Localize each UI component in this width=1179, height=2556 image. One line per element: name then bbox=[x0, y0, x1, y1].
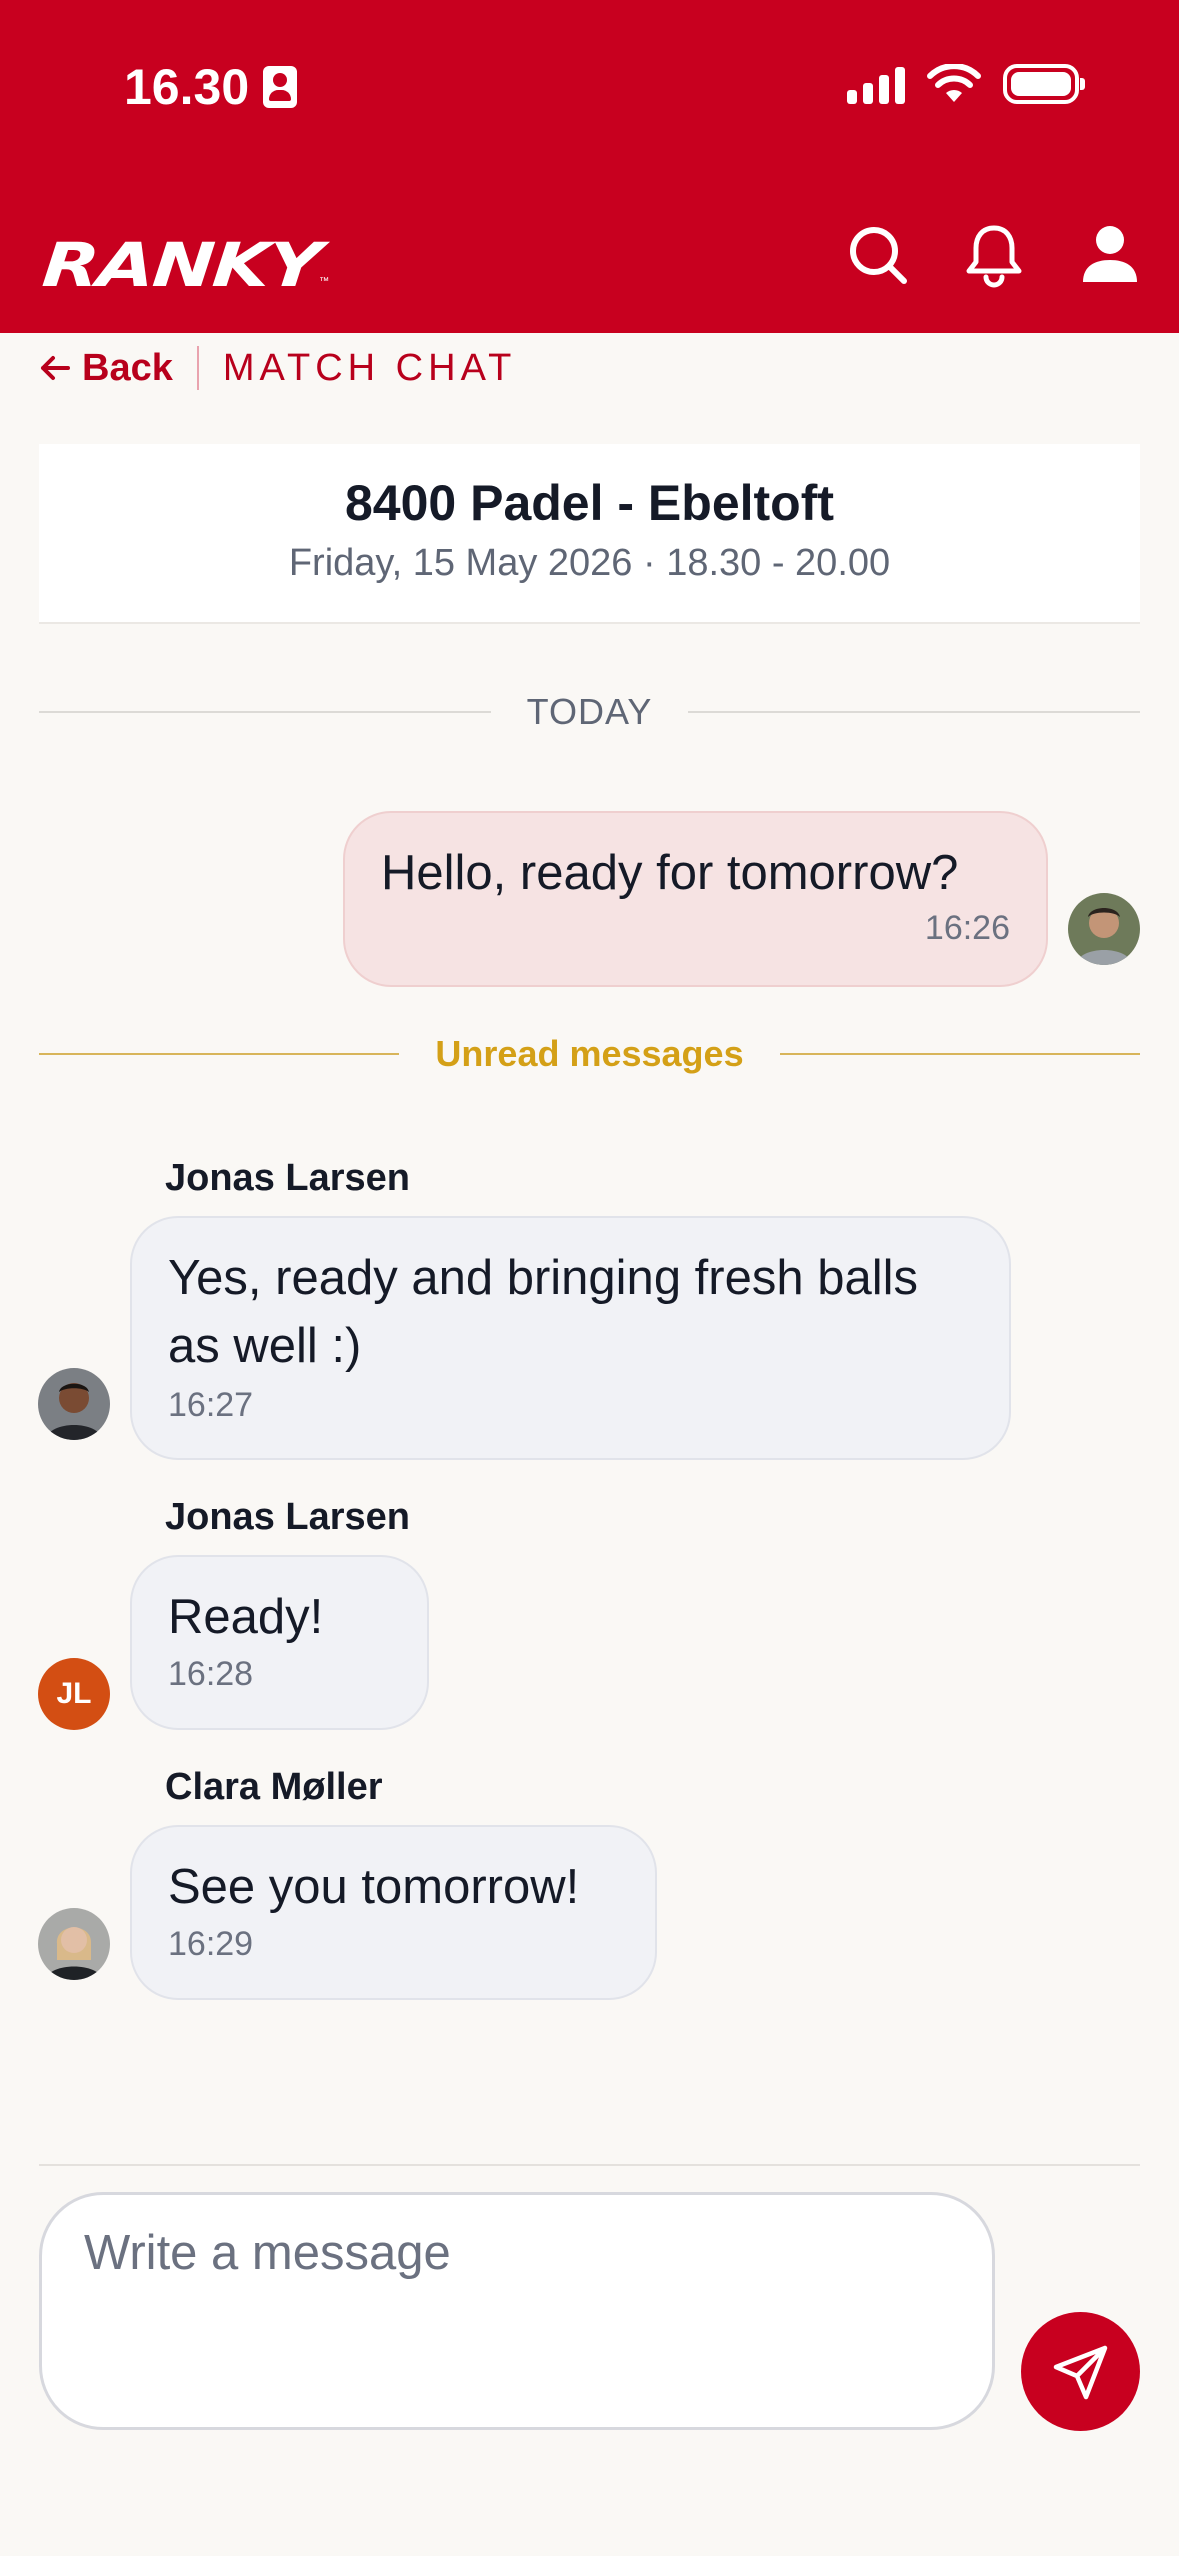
incoming-message-bubble[interactable]: See you tomorrow! 16:29 bbox=[130, 1825, 657, 2000]
subnav-divider bbox=[196, 346, 199, 390]
user-icon bbox=[1083, 226, 1137, 282]
user-photo-icon bbox=[38, 1368, 110, 1440]
unread-divider: Unread messages bbox=[39, 1033, 1141, 1075]
incoming-message-bubble[interactable]: Yes, ready and bringing fresh balls as w… bbox=[130, 1216, 1011, 1460]
message-input[interactable] bbox=[84, 2225, 950, 2281]
signal-icon bbox=[847, 64, 905, 104]
message-composer[interactable] bbox=[39, 2192, 995, 2430]
message-time: 16:27 bbox=[168, 1386, 254, 1424]
composer-separator bbox=[39, 2164, 1140, 2166]
divider-line-right bbox=[688, 711, 1141, 713]
match-info-card[interactable]: 8400 Padel - Ebeltoft Friday, 15 May 202… bbox=[39, 444, 1140, 624]
status-bar-icons bbox=[847, 64, 1085, 104]
message-text: Yes, ready and bringing fresh balls as w… bbox=[168, 1251, 919, 1373]
date-divider: TODAY bbox=[39, 691, 1141, 733]
logo-text: RANKY bbox=[39, 230, 323, 301]
own-avatar[interactable] bbox=[1068, 893, 1140, 965]
profile-button[interactable] bbox=[1077, 222, 1143, 288]
wifi-icon bbox=[927, 64, 981, 102]
app-header: 16.30 RANKY ™ bbox=[0, 0, 1179, 333]
notifications-button[interactable] bbox=[961, 222, 1027, 288]
search-button[interactable] bbox=[845, 222, 911, 288]
contact-card-icon bbox=[263, 66, 298, 108]
unread-label: Unread messages bbox=[435, 1033, 744, 1074]
user-photo-icon bbox=[1068, 893, 1140, 965]
logo-trademark: ™ bbox=[319, 276, 330, 287]
send-icon bbox=[1053, 2345, 1107, 2399]
date-divider-label: TODAY bbox=[526, 691, 653, 732]
divider-line-left bbox=[39, 711, 491, 713]
bell-icon bbox=[966, 225, 1022, 288]
initials-avatar[interactable]: JL bbox=[38, 1658, 110, 1730]
page-title: MATCH CHAT bbox=[222, 346, 517, 389]
sender-name: Jonas Larsen bbox=[165, 1157, 410, 1199]
send-button[interactable] bbox=[1021, 2312, 1140, 2431]
sender-avatar[interactable] bbox=[38, 1908, 110, 1980]
message-time: 16:28 bbox=[168, 1655, 254, 1693]
divider-line-right bbox=[779, 1053, 1141, 1055]
status-bar-time: 16.30 bbox=[124, 58, 298, 116]
message-time: 16:26 bbox=[924, 909, 1010, 947]
message-text: Ready! bbox=[168, 1590, 324, 1644]
match-title: 8400 Padel - Ebeltoft bbox=[344, 475, 835, 531]
own-message-bubble[interactable]: Hello, ready for tomorrow? 16:26 bbox=[343, 811, 1048, 987]
battery-icon bbox=[1003, 64, 1085, 104]
chat-subnav: Back MATCH CHAT bbox=[40, 342, 516, 394]
message-text: See you tomorrow! bbox=[168, 1860, 580, 1914]
match-datetime: Friday, 15 May 2026 · 18.30 - 20.00 bbox=[288, 542, 891, 584]
search-icon bbox=[850, 227, 907, 284]
incoming-message-bubble[interactable]: Ready! 16:28 bbox=[130, 1555, 429, 1730]
back-label: Back bbox=[82, 346, 173, 389]
header-actions bbox=[845, 222, 1143, 288]
arrow-left-icon bbox=[41, 356, 70, 380]
ranky-logo[interactable]: RANKY ™ bbox=[39, 222, 330, 301]
sender-name: Jonas Larsen bbox=[165, 1496, 410, 1538]
sender-name: Clara Møller bbox=[165, 1766, 383, 1808]
user-photo-icon bbox=[38, 1908, 110, 1980]
status-time-text: 16.30 bbox=[124, 59, 250, 115]
message-time: 16:29 bbox=[168, 1925, 254, 1963]
divider-line-left bbox=[39, 1053, 400, 1055]
back-button[interactable]: Back bbox=[40, 347, 173, 390]
message-text: Hello, ready for tomorrow? bbox=[381, 846, 959, 900]
sender-avatar[interactable] bbox=[38, 1368, 110, 1440]
